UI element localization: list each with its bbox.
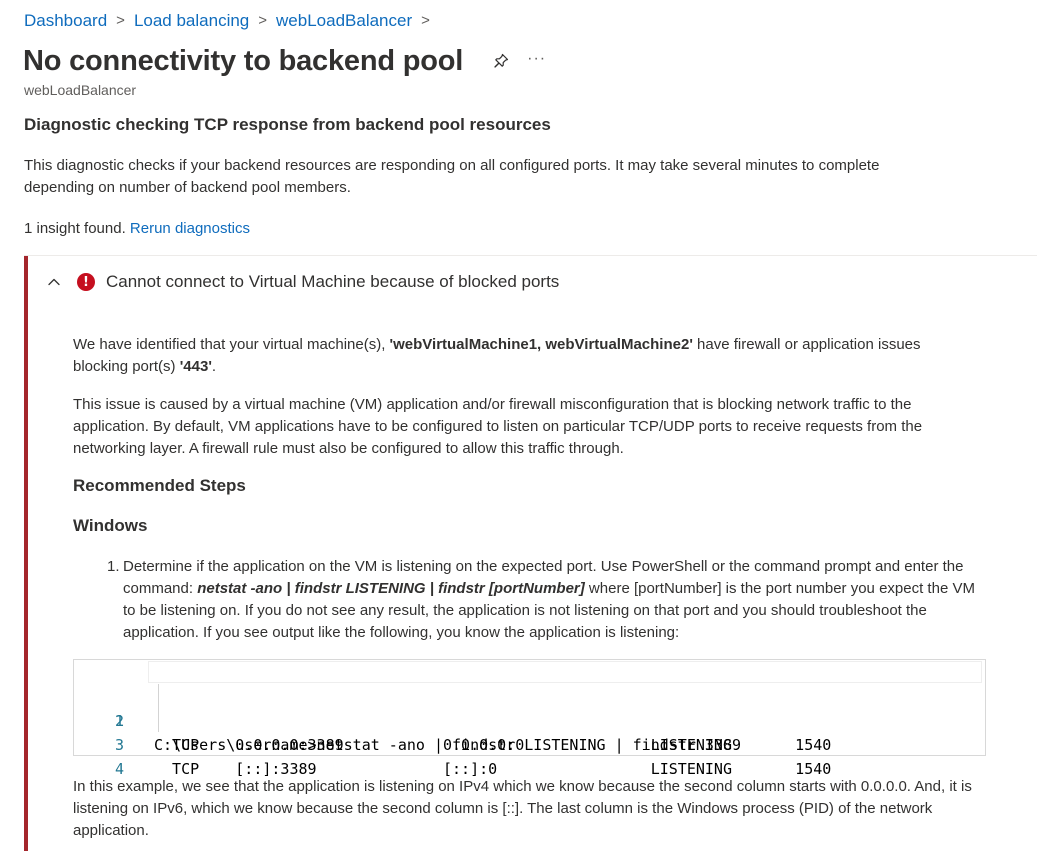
windows-heading: Windows	[73, 516, 148, 535]
recommended-steps-heading: Recommended Steps	[73, 476, 246, 495]
insight-count: 1 insight found.	[24, 220, 126, 237]
step-text: Determine if the application on the VM i…	[123, 556, 977, 644]
code-block[interactable]: 1 C:\Users\username>netstat -ano | finds…	[73, 659, 986, 778]
code-line: 1 C:\Users\username>netstat -ano | finds…	[74, 661, 982, 754]
breadcrumb: Dashboard > Load balancing > webLoadBala…	[24, 10, 439, 32]
insight-panel: ! Cannot connect to Virtual Machine beca…	[24, 256, 1037, 851]
rerun-diagnostics-link[interactable]: Rerun diagnostics	[130, 220, 250, 237]
step-list: 1. Determine if the application on the V…	[107, 556, 977, 644]
step-number: 1.	[107, 558, 120, 575]
diagnostic-heading: Diagnostic checking TCP response from ba…	[24, 115, 551, 134]
insight-paragraph-1: We have identified that your virtual mac…	[73, 334, 973, 378]
more-icon[interactable]: ···	[527, 47, 546, 71]
insight-paragraph-2: This issue is caused by a virtual machin…	[73, 396, 923, 457]
breadcrumb-separator: >	[116, 12, 125, 29]
netstat-command: netstat -ano | findstr LISTENING | finds…	[197, 580, 585, 597]
code-line: 2 TCP 0.0.0.0:3389 0.0.0.0:0 LISTENING 1…	[74, 685, 831, 754]
breadcrumb-dashboard[interactable]: Dashboard	[24, 10, 107, 32]
chevron-up-icon[interactable]	[42, 270, 66, 294]
code-text: TCP 0.0.0.0:3389 0.0.0.0:0 LISTENING 154…	[154, 736, 832, 754]
page-subtitle: webLoadBalancer	[24, 82, 137, 98]
vm-names: 'webVirtualMachine1, webVirtualMachine2'	[389, 336, 693, 353]
current-line-highlight	[148, 661, 982, 683]
page-title: No connectivity to backend pool	[23, 45, 464, 77]
blocked-port: '443'	[179, 358, 212, 375]
code-line: 4	[74, 733, 128, 778]
insight-title: Cannot connect to Virtual Machine becaus…	[106, 272, 560, 291]
insight-summary: 1 insight found. Rerun diagnostics	[24, 220, 250, 237]
code-line: 3 TCP [::]:3389 [::]:0 LISTENING 1540	[74, 709, 831, 778]
list-item: 1. Determine if the application on the V…	[107, 556, 977, 644]
text-span: .	[211, 358, 217, 375]
indent-guide	[158, 684, 159, 732]
breadcrumb-separator: >	[258, 12, 268, 29]
breadcrumb-load-balancing[interactable]: Load balancing	[134, 10, 249, 32]
text-span: We have identified that your virtual mac…	[73, 336, 390, 353]
breadcrumb-web-load-balancer[interactable]: webLoadBalancer	[276, 10, 412, 32]
diagnostic-description: This diagnostic checks if your backend r…	[24, 157, 880, 196]
breadcrumb-separator: >	[421, 12, 430, 29]
title-row: No connectivity to backend pool ···	[23, 42, 546, 80]
error-icon: !	[77, 273, 95, 291]
insight-paragraph-3: In this example, we see that the applica…	[73, 778, 972, 839]
pin-icon[interactable]	[489, 49, 513, 73]
insight-header[interactable]: ! Cannot connect to Virtual Machine beca…	[42, 270, 559, 294]
